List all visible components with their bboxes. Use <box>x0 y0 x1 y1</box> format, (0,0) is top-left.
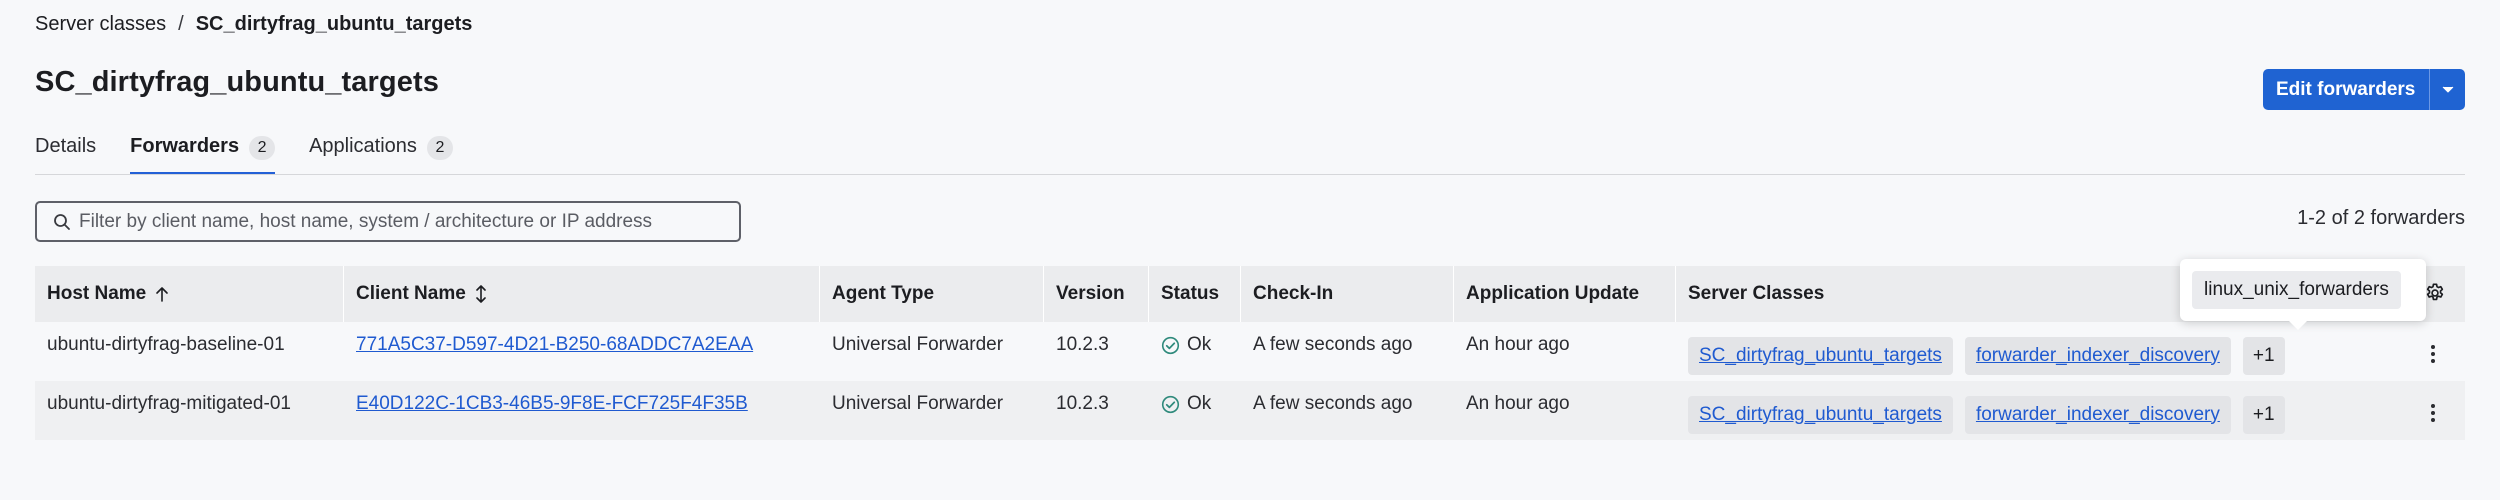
server-classes-cell: SC_dirtyfrag_ubuntu_targets forwarder_in… <box>1676 322 2465 381</box>
tabs: Details Forwarders 2 Applications 2 <box>35 128 487 177</box>
application-update-cell: An hour ago <box>1466 393 1570 414</box>
status-cell: Ok <box>1149 381 1241 440</box>
column-header-agent-type: Agent Type <box>820 266 1044 322</box>
chevron-down-icon <box>2442 86 2454 92</box>
check-in-cell: A few seconds ago <box>1253 393 1413 414</box>
tab-count-badge: 2 <box>249 136 276 160</box>
breadcrumb-server-classes-link[interactable]: Server classes <box>35 13 166 36</box>
tab-label: Forwarders <box>130 135 240 157</box>
tab-count-badge: 2 <box>426 136 453 160</box>
table-header: Host Name Client Name Agent Type Version… <box>35 266 2465 322</box>
edit-forwarders-split-button: Edit forwarders <box>2263 69 2466 110</box>
client-name-link[interactable]: E40D122C-1CB3-46B5-9F8E-FCF725F4F35B <box>356 393 748 415</box>
status-label: Ok <box>1187 334 1212 355</box>
tabs-divider <box>35 174 2465 175</box>
application-update-cell: An hour ago <box>1466 334 1570 355</box>
server-class-link[interactable]: forwarder_indexer_discovery <box>1976 404 2220 426</box>
tab-details[interactable]: Details <box>35 128 96 177</box>
column-header-application-update: Application Update <box>1454 266 1676 322</box>
status-label: Ok <box>1187 393 1212 414</box>
version-cell: 10.2.3 <box>1056 393 1109 414</box>
filter-input[interactable] <box>79 210 719 233</box>
sort-unsorted-icon[interactable] <box>475 285 487 303</box>
check-circle-icon <box>1161 336 1180 354</box>
breadcrumb-current: SC_dirtyfrag_ubuntu_targets <box>195 12 473 35</box>
status-ok: Ok <box>1161 393 1211 415</box>
column-header-label: Client Name <box>356 283 466 304</box>
server-class-page: Server classes / SC_dirtyfrag_ubuntu_tar… <box>0 0 2500 500</box>
tooltip-server-class: linux_unix_forwarders <box>2192 271 2401 309</box>
client-name-cell: E40D122C-1CB3-46B5-9F8E-FCF725F4F35B <box>344 381 820 440</box>
host-name-cell: ubuntu-dirtyfrag-mitigated-01 <box>47 393 291 414</box>
page-title: SC_dirtyfrag_ubuntu_targets <box>35 66 439 98</box>
sort-ascending-icon[interactable] <box>155 286 169 302</box>
gear-icon[interactable] <box>2424 282 2446 304</box>
forwarders-table: Host Name Client Name Agent Type Version… <box>35 266 2465 440</box>
status-cell: Ok <box>1149 322 1241 381</box>
edit-forwarders-button[interactable]: Edit forwarders <box>2263 69 2431 110</box>
version-cell: 10.2.3 <box>1056 334 1109 355</box>
row-actions-kebab-icon[interactable] <box>2424 403 2442 422</box>
filter-field <box>35 201 741 242</box>
tab-forwarders[interactable]: Forwarders 2 <box>130 128 276 177</box>
breadcrumb-separator: / <box>178 12 184 35</box>
column-header-label: Host Name <box>47 283 147 304</box>
breadcrumb: Server classes / SC_dirtyfrag_ubuntu_tar… <box>35 12 472 36</box>
server-class-link[interactable]: forwarder_indexer_discovery <box>1976 345 2220 367</box>
client-name-link[interactable]: 771A5C37-D597-4D21-B250-68ADDC7A2EAA <box>356 334 753 356</box>
table-row: ubuntu-dirtyfrag-mitigated-01 E40D122C-1… <box>35 381 2465 440</box>
server-class-chip: SC_dirtyfrag_ubuntu_targets <box>1688 395 1953 434</box>
table-row: ubuntu-dirtyfrag-baseline-01 771A5C37-D5… <box>35 322 2465 381</box>
server-class-chip: SC_dirtyfrag_ubuntu_targets <box>1688 336 1953 375</box>
server-class-tooltip: linux_unix_forwarders <box>2180 259 2426 330</box>
agent-type-cell: Universal Forwarder <box>832 334 1004 355</box>
server-classes-cell: SC_dirtyfrag_ubuntu_targets forwarder_in… <box>1676 381 2465 440</box>
host-name-cell: ubuntu-dirtyfrag-baseline-01 <box>47 334 285 355</box>
column-header-status: Status <box>1149 266 1241 322</box>
search-icon <box>54 213 70 230</box>
agent-type-cell: Universal Forwarder <box>832 393 1004 414</box>
tab-applications[interactable]: Applications 2 <box>309 128 453 177</box>
server-class-link[interactable]: SC_dirtyfrag_ubuntu_targets <box>1699 345 1942 367</box>
column-header-host-name[interactable]: Host Name <box>35 266 344 322</box>
tab-label: Applications <box>309 135 417 157</box>
row-actions-kebab-icon[interactable] <box>2424 344 2442 363</box>
result-count: 1-2 of 2 forwarders <box>2297 207 2465 229</box>
status-ok: Ok <box>1161 334 1211 356</box>
server-class-link[interactable]: SC_dirtyfrag_ubuntu_targets <box>1699 404 1942 426</box>
edit-forwarders-menu-button[interactable] <box>2430 69 2465 110</box>
column-header-check-in: Check-In <box>1241 266 1454 322</box>
more-server-classes-button[interactable]: +1 <box>2242 336 2285 375</box>
column-header-client-name[interactable]: Client Name <box>344 266 820 322</box>
server-class-chip: forwarder_indexer_discovery <box>1964 395 2231 434</box>
more-server-classes-button[interactable]: +1 <box>2242 395 2285 434</box>
tab-label: Details <box>35 135 97 157</box>
column-header-version: Version <box>1044 266 1149 322</box>
server-class-chip: forwarder_indexer_discovery <box>1964 336 2231 375</box>
client-name-cell: 771A5C37-D597-4D21-B250-68ADDC7A2EAA <box>344 322 820 381</box>
check-in-cell: A few seconds ago <box>1253 334 1413 355</box>
check-circle-icon <box>1161 395 1180 413</box>
